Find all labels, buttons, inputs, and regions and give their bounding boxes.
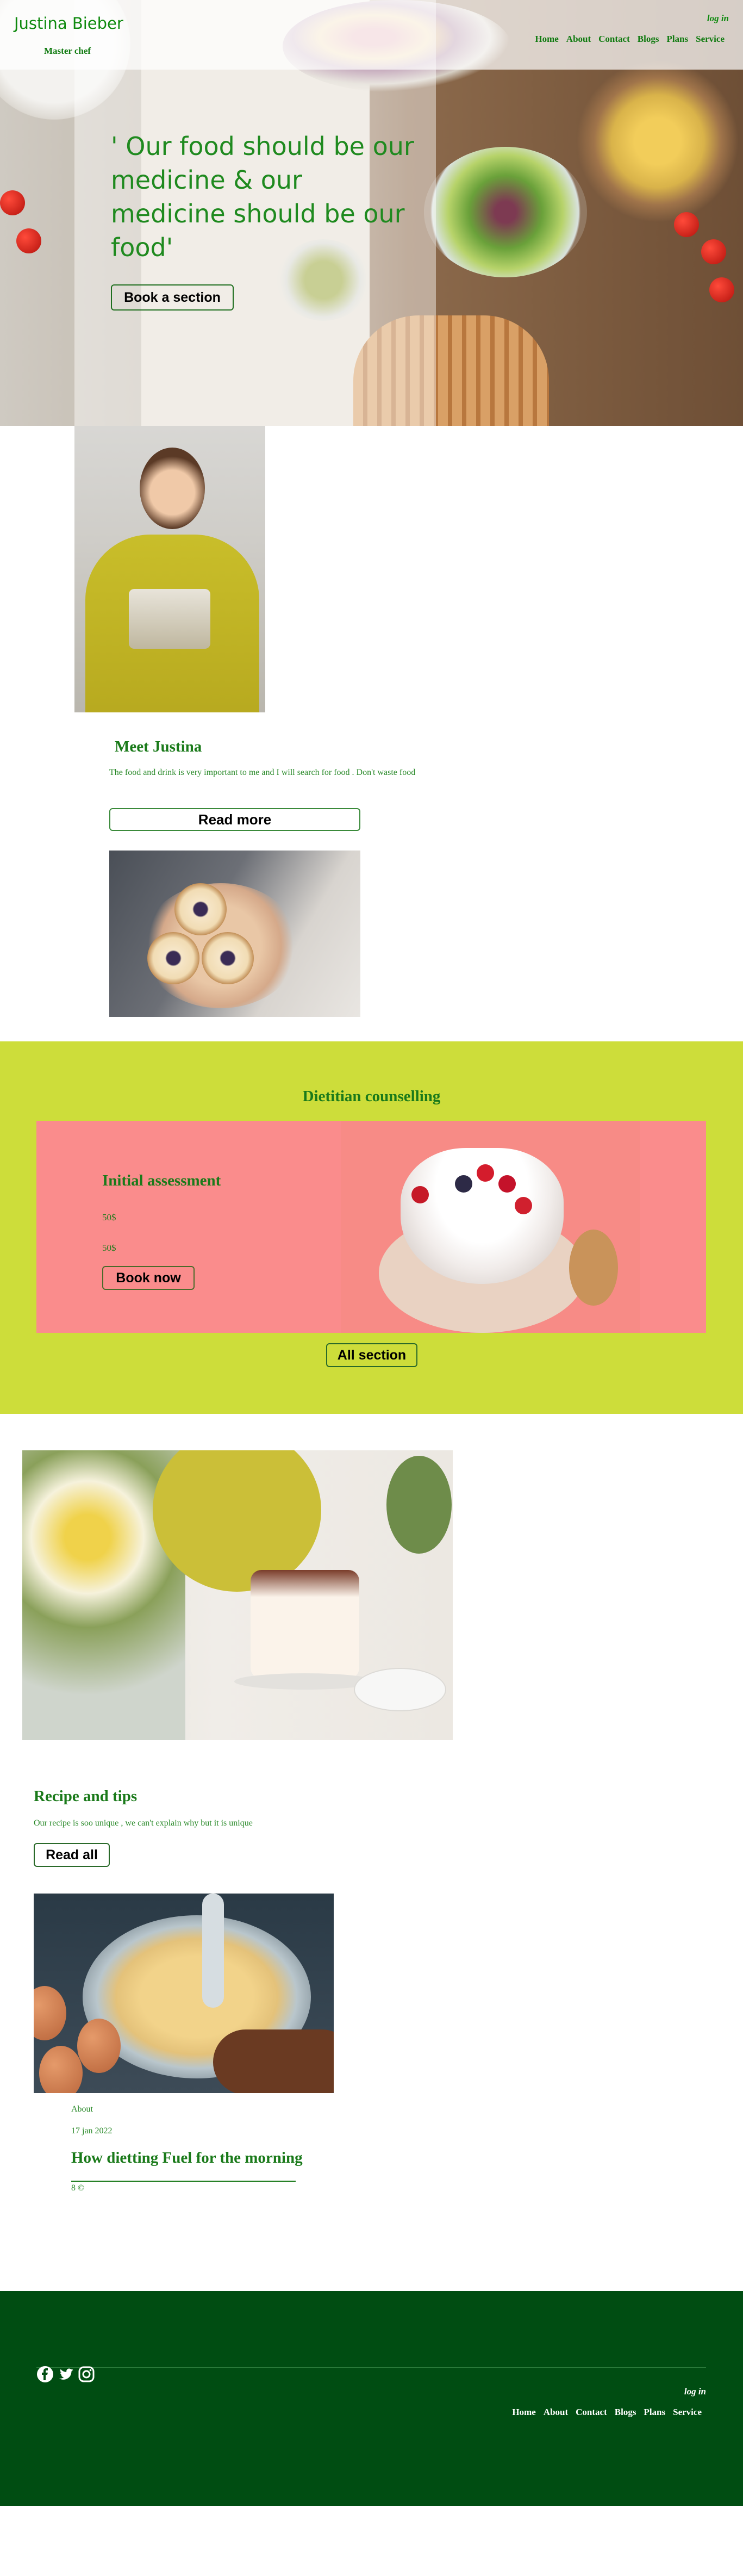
instagram-icon[interactable] [78,2366,95,2383]
nav-home[interactable]: Home [535,34,558,45]
tomato-image [709,277,734,302]
footer-divider [36,2367,706,2368]
footer-nav-about[interactable]: About [544,2407,568,2418]
read-more-button[interactable]: Read more [109,808,360,831]
post-tag[interactable]: About [71,2105,93,2114]
nav-contact[interactable]: Contact [598,34,630,45]
footer-nav-blogs[interactable]: Blogs [615,2407,636,2418]
hero-section: Justina Bieber Master chef log in Home A… [0,0,743,426]
social-links [36,2366,95,2383]
footer-nav-plans[interactable]: Plans [644,2407,665,2418]
book-now-button[interactable]: Book now [102,1266,195,1290]
card-title: Initial assessment [102,1172,221,1189]
post-divider [71,2181,296,2182]
brand-subtitle: Master chef [44,46,91,56]
footer-nav: Home About Contact Blogs Plans Service [512,2407,702,2418]
login-link[interactable]: log in [707,13,729,24]
post-title[interactable]: How dietting Fuel for the morning [71,2149,303,2167]
footer-nav-service[interactable]: Service [673,2407,702,2418]
footer-login-link[interactable]: log in [684,2386,706,2397]
chef-photo [74,426,265,712]
dietitian-section: Dietitian counselling Initial assessment… [0,1041,743,1414]
facebook-icon[interactable] [36,2366,54,2383]
tomato-image [16,228,41,253]
brand-logo[interactable]: Justina Bieber [14,14,123,33]
nav-blogs[interactable]: Blogs [638,34,659,45]
meet-title: Meet Justina [115,738,202,755]
tomato-image [701,239,726,264]
footer-nav-home[interactable]: Home [512,2407,535,2418]
cheese-board-image [576,60,739,223]
nav-plans[interactable]: Plans [666,34,688,45]
post-date: 17 jan 2022 [71,2126,113,2136]
nav-service[interactable]: Service [696,34,725,45]
tomato-image [674,212,699,237]
yogurt-bowl-photo [341,1121,640,1333]
tomato-image [0,190,25,215]
nav-about[interactable]: About [566,34,591,45]
book-section-button[interactable]: Book a section [111,284,234,311]
twitter-icon[interactable] [57,2366,74,2383]
main-nav: Home About Contact Blogs Plans Service [535,34,725,45]
recipes-title: Recipe and tips [34,1787,138,1805]
assessment-card: Initial assessment 50$ 50$ Book now [36,1121,706,1333]
card-price: 50$ [102,1243,116,1253]
hero-quote: ' Our food should be our medicine & our … [111,132,414,262]
post-meta: 8 © [71,2183,85,2193]
dietitian-title: Dietitian counselling [302,1088,441,1105]
footer: log in Home About Contact Blogs Plans Se… [0,2291,743,2506]
read-all-button[interactable]: Read all [34,1843,110,1867]
footer-nav-contact[interactable]: Contact [576,2407,607,2418]
salad-bowl-image [424,147,587,277]
meet-text: The food and drink is very important to … [109,768,416,777]
cake-photo [22,1450,453,1740]
mixing-bowl-photo [34,1894,334,2093]
top-bar: Justina Bieber Master chef log in Home A… [0,0,743,70]
recipes-text: Our recipe is soo unique , we can't expl… [34,1818,253,1828]
card-price: 50$ [102,1212,116,1222]
all-section-button[interactable]: All section [326,1343,417,1367]
cupcakes-photo [109,851,360,1017]
